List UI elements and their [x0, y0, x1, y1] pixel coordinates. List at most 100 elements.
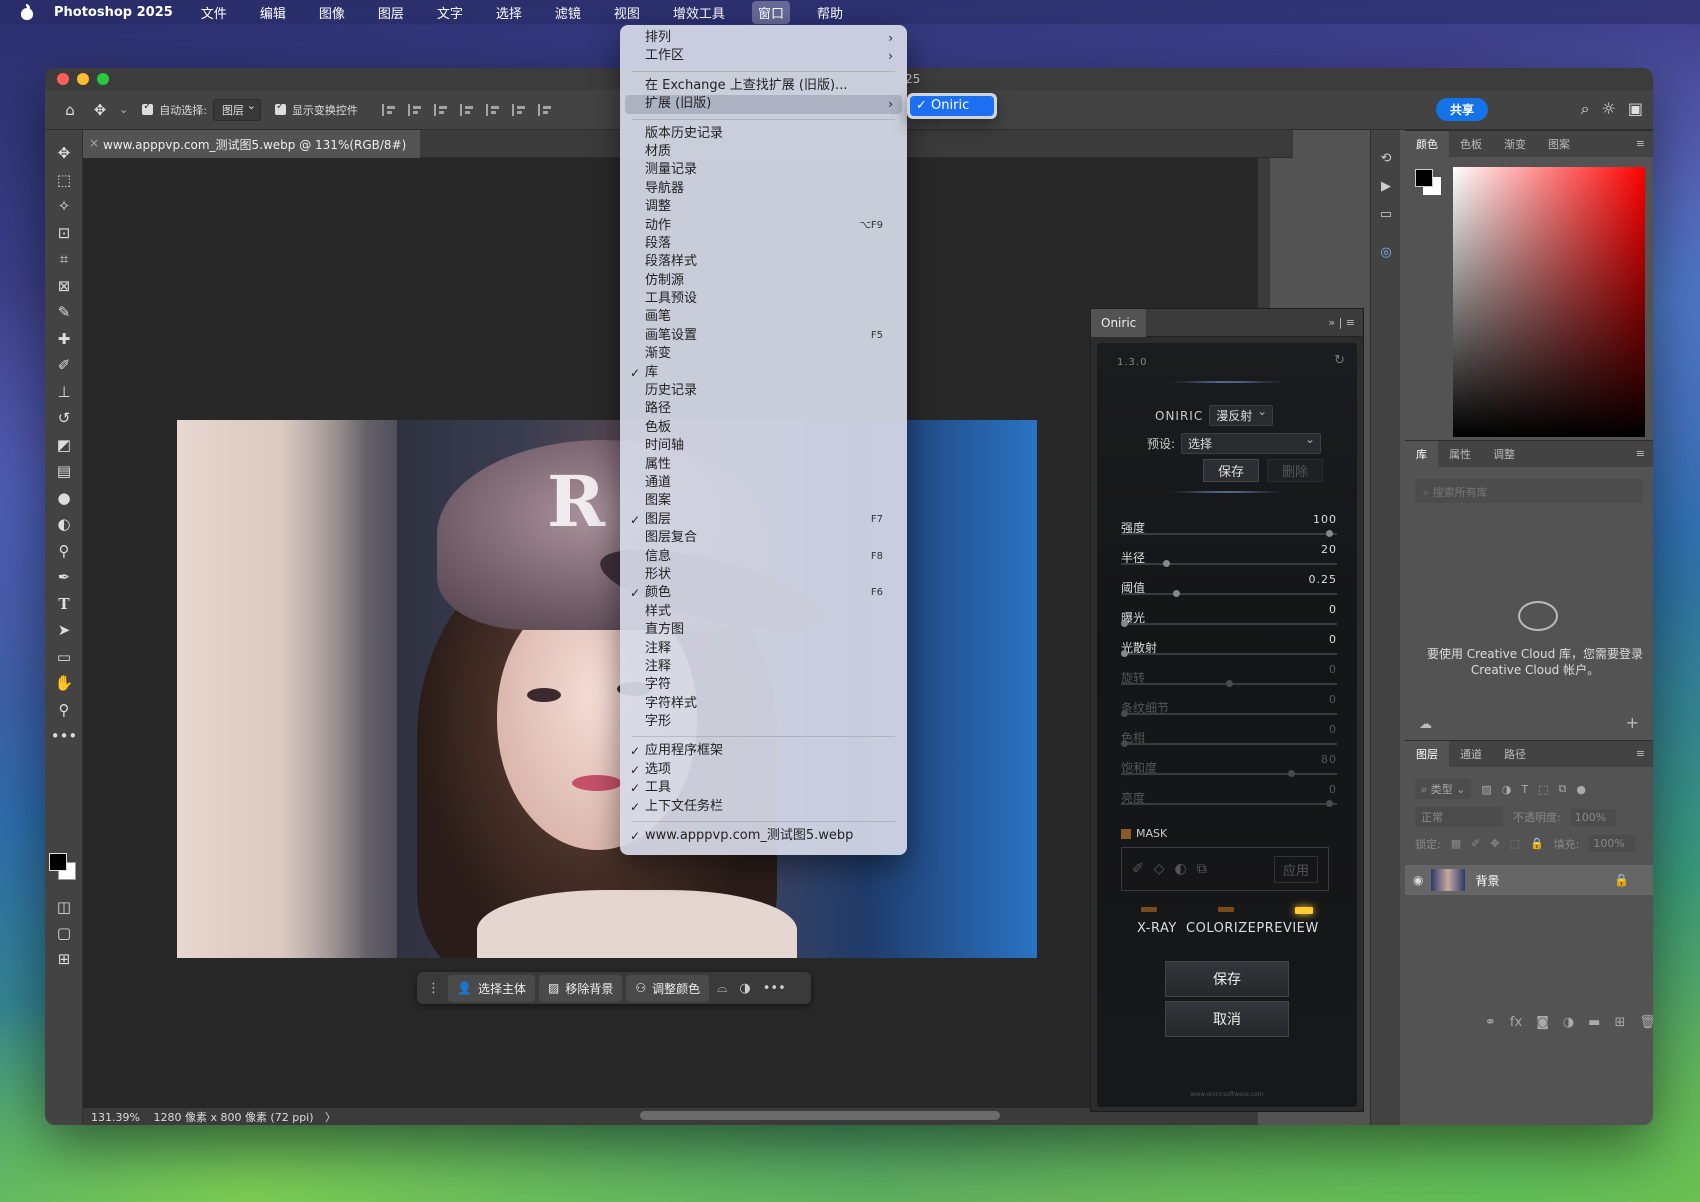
xray-led[interactable] [1141, 907, 1157, 912]
mask-toggle[interactable]: MASK [1121, 827, 1167, 840]
window-menu-item[interactable]: 字符样式 [620, 695, 907, 713]
slider-track[interactable] [1121, 773, 1337, 775]
move-tool-preset-icon[interactable]: ✥ [89, 99, 111, 121]
show-transform-checkbox[interactable] [274, 101, 286, 115]
remove-background-button[interactable]: ▨ 移除背景 [538, 974, 623, 1002]
menu-view[interactable]: 视图 [608, 1, 646, 24]
preset-delete-button[interactable]: 删除 [1267, 459, 1324, 482]
preset-dropdown[interactable]: 选择 [1181, 432, 1322, 454]
window-menu-item[interactable]: 测量记录 [620, 161, 907, 179]
gradient-tool-icon[interactable]: ▤ [45, 458, 83, 485]
window-menu-item[interactable]: 通道 [620, 474, 907, 492]
menu-type[interactable]: 文字 [431, 1, 469, 24]
kind-filter-dropdown[interactable]: ⌕ 类型 ⌄ [1415, 779, 1472, 799]
window-menu-item[interactable]: ✓ 应用程序框架 [620, 742, 907, 760]
tab-swatches[interactable]: 色板 [1449, 131, 1493, 157]
tab-gradients[interactable]: 渐变 [1493, 131, 1537, 157]
mask-apply-button[interactable]: 应用 [1273, 855, 1318, 883]
align-middle-icon[interactable] [511, 103, 526, 116]
lock-artboard-icon[interactable]: ⬚ [1510, 837, 1520, 850]
object-select-tool-icon[interactable]: ✧ [45, 193, 83, 220]
slider-knob[interactable] [1121, 620, 1128, 627]
layer-row[interactable]: ◉ 背景 🔒 [1405, 865, 1653, 895]
more-options-icon[interactable]: ••• [759, 981, 790, 996]
colorize-led[interactable] [1218, 907, 1234, 912]
oniric-slider[interactable]: 亮度 0 [1121, 783, 1337, 813]
sponge-tool-icon[interactable]: ⚲ [45, 538, 83, 565]
opacity-input[interactable]: 100% [1570, 808, 1617, 826]
document-image[interactable]: R [177, 420, 1037, 958]
window-menu-item[interactable]: 样式 [620, 603, 907, 621]
discover-lightbulb-icon[interactable]: ☼ [1602, 99, 1616, 119]
window-menu-item[interactable]: 历史记录 [620, 382, 907, 400]
oniric-slider[interactable]: 曝光 0 [1121, 603, 1337, 633]
window-menu-item[interactable]: ✓ 库 [620, 364, 907, 382]
filter-type-icon[interactable]: T [1521, 783, 1528, 796]
window-menu-item[interactable]: 版本历史记录 [620, 125, 907, 143]
zoom-level[interactable]: 131.39% [91, 1111, 140, 1124]
window-menu-item[interactable]: ✓ 颜色 F6 [620, 584, 907, 602]
slider-value[interactable]: 0.25 [1309, 573, 1338, 586]
minimize-window-button[interactable] [77, 73, 89, 85]
tab-patterns[interactable]: 图案 [1537, 131, 1581, 157]
slider-value[interactable]: 0 [1329, 663, 1337, 676]
slider-value[interactable]: 0 [1329, 693, 1337, 706]
window-menu-item[interactable]: ✓ 图层 F7 [620, 511, 907, 529]
slider-track[interactable] [1121, 653, 1337, 655]
fill-input[interactable]: 100% [1589, 835, 1635, 852]
slider-value[interactable]: 0 [1329, 783, 1337, 796]
align-right-icon[interactable] [433, 103, 448, 116]
oniric-slider[interactable]: 半径 20 [1121, 543, 1337, 573]
marquee-tool-icon[interactable]: ⬚ [45, 167, 83, 194]
oniric-panel-icon[interactable]: ◎ [1371, 238, 1401, 266]
blur-tool-icon[interactable]: ● [45, 485, 83, 512]
slider-knob[interactable] [1121, 710, 1128, 717]
quick-mask-icon[interactable]: ◫ [45, 894, 83, 921]
eraser-icon[interactable]: ◇ [1154, 861, 1165, 877]
menu-help[interactable]: 帮助 [811, 1, 849, 24]
tab-libraries[interactable]: 库 [1405, 441, 1438, 467]
distribute-icon[interactable] [459, 103, 474, 116]
panel-foreground-swatch[interactable] [1415, 169, 1433, 187]
window-menu-item[interactable]: 注释 [620, 658, 907, 676]
filter-adjust-icon[interactable]: ◑ [1502, 783, 1512, 796]
select-subject-button[interactable]: 👤 选择主体 [448, 974, 535, 1002]
blend-mode-dropdown[interactable]: 正常 [1415, 807, 1503, 827]
layer-lock-icon[interactable]: 🔒 [1614, 873, 1629, 887]
menu-plugins[interactable]: 增效工具 [667, 1, 731, 24]
delete-layer-icon[interactable]: 🗑 [1639, 1015, 1653, 1030]
align-center-icon[interactable] [407, 103, 422, 116]
window-menu-item[interactable]: ✓ 上下文任务栏 [620, 798, 907, 816]
zoom-tool-icon[interactable]: ⚲ [45, 697, 83, 724]
window-menu-item[interactable]: 形状 [620, 566, 907, 584]
auto-select-dropdown[interactable]: 图层 [212, 98, 261, 121]
contrast-icon[interactable]: ◑ [735, 981, 754, 996]
screen-mode-icon[interactable]: ▢ [45, 920, 83, 947]
stamp-tool-icon[interactable]: ⊥ [45, 379, 83, 406]
transform-icon[interactable]: ⌓ [713, 981, 731, 996]
window-menu-item[interactable]: 调整 [620, 198, 907, 216]
type-tool-icon[interactable]: T [45, 591, 83, 618]
chevron-down-icon[interactable]: ⌄ [119, 103, 128, 116]
window-menu-item[interactable]: 色板 [620, 419, 907, 437]
window-menu-item[interactable]: 在 Exchange 上查找扩展 (旧版)... [620, 77, 907, 95]
menu-image[interactable]: 图像 [313, 1, 351, 24]
edit-toolbar-icon[interactable]: ⊞ [45, 946, 83, 973]
window-menu-item[interactable]: 工作区 › [620, 47, 907, 65]
oniric-slider[interactable]: 色相 0 [1121, 723, 1337, 753]
adjust-color-button[interactable]: ⚇ 调整颜色 [626, 974, 710, 1002]
window-menu-item[interactable]: 画笔设置 F5 [620, 327, 907, 345]
pen-tool-icon[interactable]: ✒ [45, 564, 83, 591]
preset-save-button[interactable]: 保存 [1203, 459, 1260, 482]
more-tools-icon[interactable]: ••• [45, 723, 83, 750]
window-menu-item[interactable]: 注释 [620, 640, 907, 658]
window-menu-item[interactable]: 仿制源 [620, 272, 907, 290]
drag-handle-icon[interactable]: ⋮ [423, 981, 444, 996]
cloud-sync-icon[interactable]: ☁ [1419, 717, 1432, 732]
slider-knob[interactable] [1121, 650, 1128, 657]
slider-track[interactable] [1121, 593, 1337, 595]
window-menu-item[interactable]: 导航器 [620, 180, 907, 198]
oniric-slider[interactable]: 阈值 0.25 [1121, 573, 1337, 603]
app-menu[interactable]: Photoshop 2025 [54, 5, 173, 20]
frame-tool-icon[interactable]: ⊠ [45, 273, 83, 300]
